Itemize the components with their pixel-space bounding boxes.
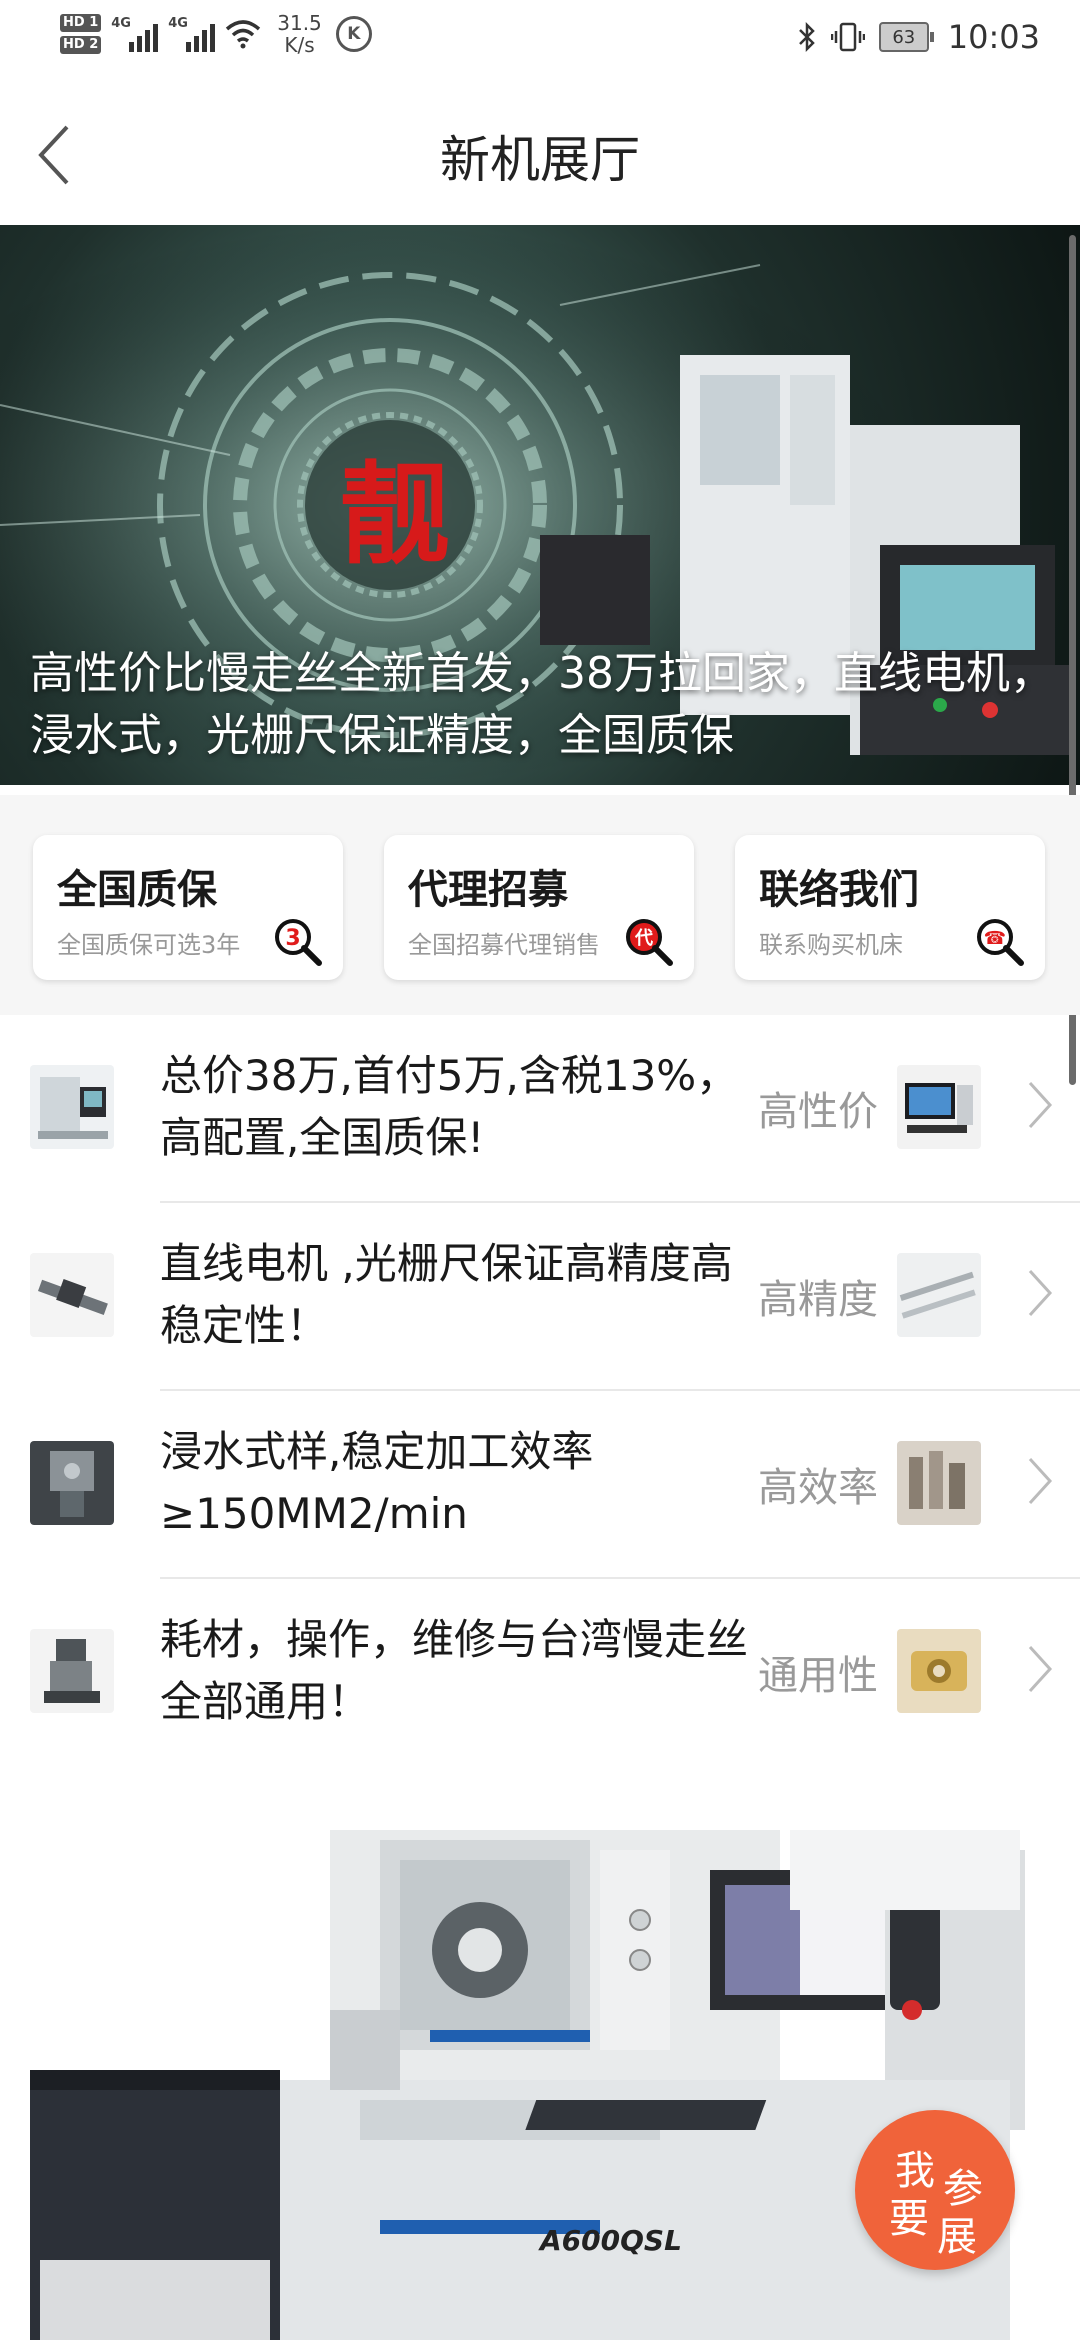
chevron-right-icon [1028, 1081, 1053, 1129]
page-title: 新机展厅 [440, 131, 640, 189]
battery-level: 63 [878, 22, 929, 52]
magnifier-agent-icon: 代 [626, 919, 673, 966]
computer-thumb-icon [897, 1065, 981, 1149]
feature-tag: 通用性 [758, 1653, 878, 1699]
banner-caption: 高性价比慢走丝全新首发，38万拉回家，直线电机，浸水式，光栅尺保证精度，全国质保 [30, 648, 1054, 761]
feature-text: 耗材，操作，维修与台湾慢走丝全部通用！ [160, 1615, 749, 1726]
status-left: HD 1 HD 2 4G 4G 31.5 K/s K [60, 12, 372, 56]
vibrate-icon [830, 22, 865, 52]
card-agent-recruit[interactable]: 代理招募 全国招募代理销售 代 [384, 835, 694, 980]
battery-icon: 63 [878, 22, 934, 52]
feature-tag: 高性价 [758, 1089, 878, 1135]
card-icon-glyph: 代 [634, 928, 653, 949]
feature-list: 总价38万,首付5万,含税13%，高配置,全国质保! 高性价 直线电机 ,光栅尺… [0, 1015, 1080, 1767]
immersion-thumb-icon [30, 1441, 114, 1525]
card-subtitle: 全国质保可选3年 [57, 931, 241, 959]
feature-text: 直线电机 ,光栅尺保证高精度高稳定性！ [160, 1239, 733, 1350]
magnifier-3-icon: 3 [275, 919, 322, 966]
chevron-right-icon [1028, 1269, 1053, 1317]
machined-part-thumb-icon [897, 1441, 981, 1525]
chevron-right-icon [1028, 1457, 1053, 1505]
card-contact-us[interactable]: 联络我们 联系购买机床 ☎ [735, 835, 1045, 980]
machine-model-label: A600QSL [538, 2224, 682, 2257]
list-item[interactable]: 浸水式样,稳定加工效率≥150MM2/min 高效率 [0, 1391, 1080, 1579]
speed-value: 31.5 [277, 11, 322, 35]
card-warranty[interactable]: 全国质保 全国质保可选3年 3 [33, 835, 343, 980]
fab-char: 要 [889, 2196, 929, 2242]
status-right: 63 10:03 [797, 18, 1040, 56]
speed-unit: K/s [284, 33, 315, 57]
signal-2-icon: 4G [168, 16, 216, 52]
exhibit-signup-button[interactable]: 我 参 要 展 [855, 2110, 1015, 2270]
list-item[interactable]: 总价38万,首付5万,含税13%，高配置,全国质保! 高性价 [0, 1015, 1080, 1203]
guide-block-thumb-icon [897, 1629, 981, 1713]
magnifier-phone-icon: ☎ [977, 919, 1024, 966]
card-title: 联络我们 [759, 867, 919, 913]
hd-indicators: HD 1 HD 2 [60, 14, 102, 54]
bluetooth-icon [798, 21, 815, 53]
linear-motor-thumb-icon [30, 1253, 114, 1337]
card-title: 全国质保 [57, 867, 217, 913]
network-speed: 31.5 K/s [277, 12, 322, 56]
promo-banner[interactable]: 靓 高性价比慢走丝全新首发，38万拉回家，直线电机，浸水式，光栅尺保证精度，全国… [0, 225, 1080, 785]
wifi-icon [226, 20, 261, 49]
card-subtitle: 全国招募代理销售 [408, 931, 600, 959]
feature-text: 浸水式样,稳定加工效率≥150MM2/min [160, 1427, 594, 1538]
grating-scale-thumb-icon [897, 1253, 981, 1337]
hd2-badge: HD 2 [60, 36, 102, 54]
feature-tag: 高效率 [758, 1465, 878, 1511]
network-type-2: 4G [168, 16, 188, 31]
feature-tag: 高精度 [758, 1277, 878, 1323]
feature-text: 总价38万,首付5万,含税13%，高配置,全国质保! [160, 1051, 739, 1162]
clock: 10:03 [947, 18, 1040, 56]
chevron-right-icon [1028, 1645, 1053, 1693]
card-subtitle: 联系购买机床 [759, 931, 903, 959]
spare-part-thumb-icon [30, 1629, 114, 1713]
card-icon-glyph: ☎ [984, 928, 1006, 949]
list-item[interactable]: 直线电机 ,光栅尺保证高精度高稳定性！ 高精度 [0, 1203, 1080, 1391]
card-icon-glyph: 3 [285, 926, 300, 951]
hd1-badge: HD 1 [60, 14, 102, 32]
network-type-1: 4G [111, 16, 131, 31]
machine-thumb-icon [30, 1065, 114, 1149]
k-badge-icon: K [335, 16, 372, 52]
nav-bar: 新机展厅 [0, 80, 1080, 225]
banner-emblem: 靓 [340, 450, 450, 579]
fab-char: 展 [937, 2214, 977, 2260]
status-bar: HD 1 HD 2 4G 4G 31.5 K/s K 63 10:03 [0, 0, 1080, 80]
quick-cards: 全国质保 全国质保可选3年 3 代理招募 全国招募代理销售 代 联络我们 联系购… [0, 795, 1080, 1015]
card-title: 代理招募 [408, 867, 568, 913]
list-item[interactable]: 耗材，操作，维修与台湾慢走丝全部通用！ 通用性 [0, 1579, 1080, 1767]
signal-1-icon: 4G [111, 16, 159, 52]
